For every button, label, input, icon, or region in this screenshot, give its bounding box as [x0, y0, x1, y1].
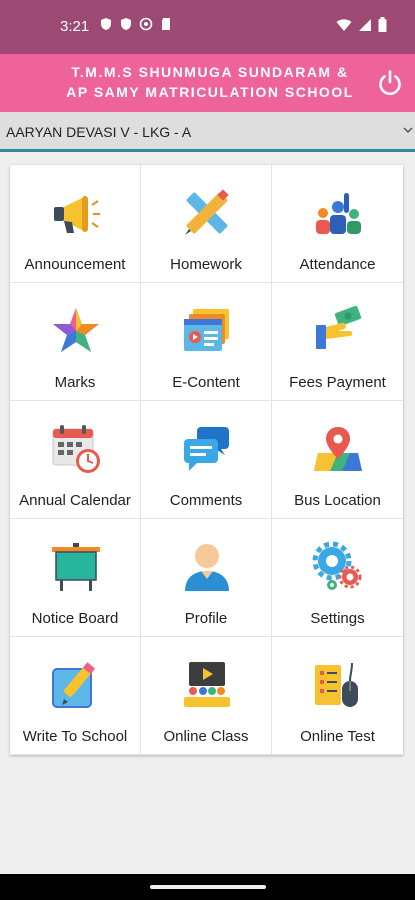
write-note-icon: [52, 662, 96, 708]
sd-card-icon: [158, 17, 173, 32]
menu-item-fees-payment[interactable]: Fees Payment: [272, 283, 403, 401]
menu-item-label: E-Content: [172, 374, 240, 391]
chevron-down-icon: [403, 122, 413, 138]
gears-icon: [312, 541, 362, 590]
map-pin-icon: [314, 427, 362, 471]
student-selected-value: AARYAN DEVASI V - LKG - A: [6, 124, 192, 140]
home-gesture-handle[interactable]: [150, 885, 266, 889]
status-notification-icons: [98, 17, 173, 32]
menu-item-homework[interactable]: Homework: [141, 165, 272, 283]
menu-item-write-to-school[interactable]: Write To School: [10, 637, 141, 755]
menu-item-e-content[interactable]: E-Content: [141, 283, 272, 401]
menu-item-online-test[interactable]: Online Test: [272, 637, 403, 755]
menu-item-label: Settings: [310, 610, 365, 627]
menu-item-label: Marks: [54, 374, 96, 391]
test-mouse-icon: [315, 662, 358, 707]
sync-icon: [138, 17, 153, 32]
megaphone-icon: [54, 196, 100, 233]
status-system-icons: [336, 17, 387, 37]
calendar-clock-icon: [52, 425, 100, 473]
menu-item-attendance[interactable]: Attendance: [272, 165, 403, 283]
battery-icon: [378, 17, 387, 37]
chat-bubbles-icon: [184, 427, 229, 471]
menu-item-online-class[interactable]: Online Class: [141, 637, 272, 755]
menu-item-label: Profile: [184, 610, 228, 627]
board-icon: [52, 543, 100, 591]
menu-item-label: Bus Location: [294, 492, 381, 509]
menu-item-label: Online Test: [300, 728, 375, 745]
school-name: T.M.M.S Shunmuga Sundaram & AP Samy Matr…: [50, 62, 370, 102]
menu-grid: Announcement Homework Attendance Marks E…: [10, 165, 403, 755]
menu-item-label: Attendance: [299, 256, 376, 273]
student-selector[interactable]: AARYAN DEVASI V - LKG - A: [0, 112, 415, 152]
menu-item-label: Annual Calendar: [19, 492, 131, 509]
menu-item-settings[interactable]: Settings: [272, 519, 403, 637]
person-icon: [185, 544, 229, 591]
menu-item-label: Online Class: [163, 728, 249, 745]
school-name-line1: T.M.M.S Shunmuga Sundaram &: [71, 64, 349, 80]
menu-item-comments[interactable]: Comments: [141, 401, 272, 519]
power-icon[interactable]: [375, 68, 405, 98]
menu-item-profile[interactable]: Profile: [141, 519, 272, 637]
status-time: 3:21: [60, 18, 90, 35]
menu-item-label: Comments: [169, 492, 243, 509]
wifi-icon: [336, 18, 352, 37]
star-icon: [53, 308, 99, 352]
system-nav-bar: [0, 874, 415, 900]
menu-item-label: Notice Board: [31, 610, 119, 627]
menu-item-label: Homework: [170, 256, 242, 273]
video-stack-icon: [184, 309, 229, 351]
menu-item-marks[interactable]: Marks: [10, 283, 141, 401]
menu-item-label: Announcement: [24, 256, 126, 273]
app-header: T.M.M.S Shunmuga Sundaram & AP Samy Matr…: [0, 54, 415, 112]
menu-item-label: Fees Payment: [289, 374, 386, 391]
shield-icon: [118, 17, 133, 32]
menu-item-bus-location[interactable]: Bus Location: [272, 401, 403, 519]
classroom-icon: [184, 662, 230, 707]
signal-icon: [358, 18, 372, 37]
status-bar: 3:21: [0, 0, 415, 54]
people-raised-hand-icon: [316, 193, 361, 234]
menu-item-notice-board[interactable]: Notice Board: [10, 519, 141, 637]
school-name-line2: AP Samy Matriculation School: [66, 84, 354, 100]
pencil-ruler-icon: [185, 189, 229, 235]
menu-item-label: Write To School: [22, 728, 128, 745]
hand-money-icon: [316, 305, 362, 349]
menu-item-annual-calendar[interactable]: Annual Calendar: [10, 401, 141, 519]
menu-item-announcement[interactable]: Announcement: [10, 165, 141, 283]
shield-icon: [98, 17, 113, 32]
